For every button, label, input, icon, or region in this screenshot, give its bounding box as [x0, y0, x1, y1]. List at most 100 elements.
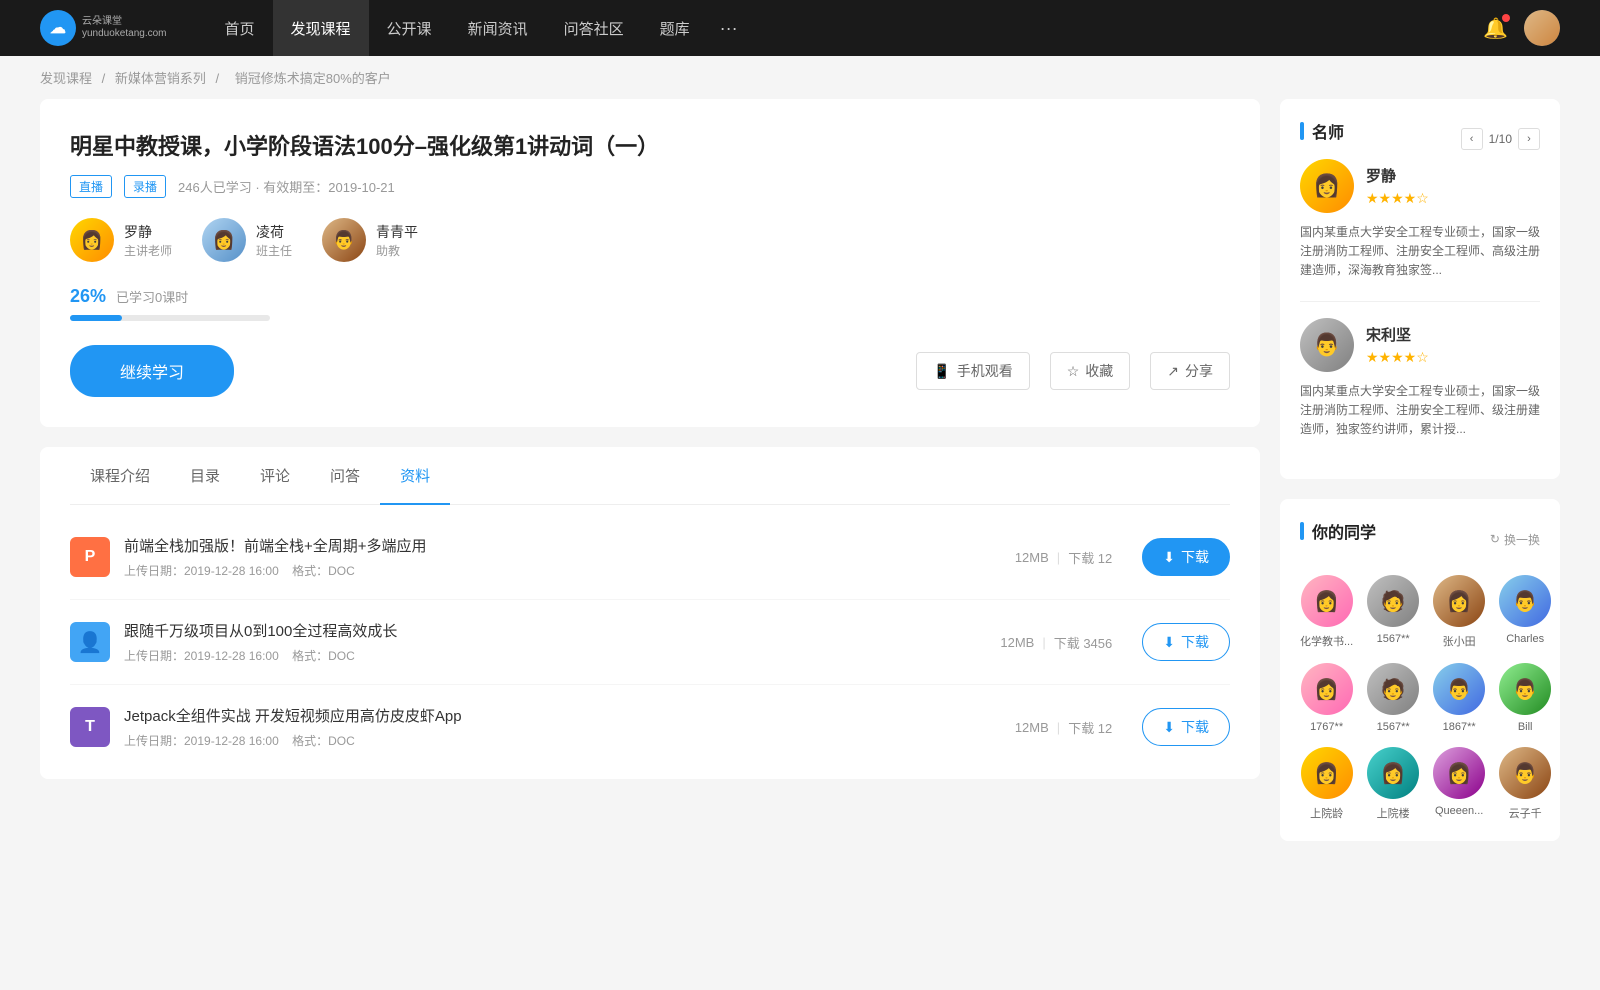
download-label-1: 下载: [1181, 547, 1209, 567]
nav-qa[interactable]: 问答社区: [546, 0, 642, 56]
progress-header: 26% 已学习0课时: [70, 286, 1230, 307]
resource-info-3: Jetpack全组件实战 开发短视频应用高仿皮皮虾App 上传日期：2019-1…: [124, 705, 985, 749]
breadcrumb-link-2[interactable]: 新媒体营销系列: [115, 71, 206, 86]
progress-label: 已学习0课时: [116, 287, 188, 306]
famous-teachers-title-row: 名师 ‹ 1/10 ›: [1300, 119, 1540, 159]
classmate-6: 🧑 1567**: [1367, 663, 1419, 733]
tab-toc[interactable]: 目录: [170, 447, 240, 504]
sidebar: 名师 ‹ 1/10 › 👩 罗静 ★★★★☆: [1280, 99, 1560, 861]
resource-icon-1: P: [70, 537, 110, 577]
sidebar-teacher-1-info: 罗静 ★★★★☆: [1366, 165, 1429, 207]
classmate-11-avatar[interactable]: 👩: [1433, 747, 1485, 799]
classmate-10: 👩 上院楼: [1367, 747, 1419, 821]
breadcrumb-link-1[interactable]: 发现课程: [40, 71, 92, 86]
nav-news[interactable]: 新闻资讯: [450, 0, 546, 56]
breadcrumb-sep-2: /: [216, 71, 223, 86]
resource-name-1: 前端全栈加强版！前端全栈+全周期+多端应用: [124, 535, 985, 556]
header-right: 🔔: [1483, 10, 1560, 46]
download-button-2[interactable]: ⬇ 下载: [1142, 623, 1230, 661]
classmate-9-avatar[interactable]: 👩: [1301, 747, 1353, 799]
classmate-9-name: 上院龄: [1300, 805, 1353, 821]
logo[interactable]: ☁ 云朵课堂 yunduoketang.com: [40, 10, 167, 46]
resource-meta-2: 上传日期：2019-12-28 16:00 格式：DOC: [124, 647, 970, 664]
course-title: 明星中教授课，小学阶段语法100分–强化级第1讲动词（一）: [70, 129, 1230, 161]
teacher-divider: [1300, 301, 1540, 302]
course-card: 明星中教授课，小学阶段语法100分–强化级第1讲动词（一） 直播 录播 246人…: [40, 99, 1260, 427]
tab-qa[interactable]: 问答: [310, 447, 380, 504]
notification-dot: [1502, 14, 1510, 22]
share-button[interactable]: ↗ 分享: [1150, 352, 1230, 390]
resource-icon-3: T: [70, 707, 110, 747]
next-page-button[interactable]: ›: [1518, 128, 1540, 150]
classmate-7-name: 1867**: [1433, 721, 1485, 733]
resource-info-1: 前端全栈加强版！前端全栈+全周期+多端应用 上传日期：2019-12-28 16…: [124, 535, 985, 579]
prev-page-button[interactable]: ‹: [1461, 128, 1483, 150]
teacher-3-role: 助教: [376, 242, 418, 259]
tab-intro[interactable]: 课程介绍: [70, 447, 170, 504]
nav-home[interactable]: 首页: [207, 0, 273, 56]
resource-info-2: 跟随千万级项目从0到100全过程高效成长 上传日期：2019-12-28 16:…: [124, 620, 970, 664]
classmates-grid: 👩 化学教书... 🧑 1567** 👩 张小田 👨 Charles 👩: [1300, 575, 1540, 821]
classmate-1-avatar[interactable]: 👩: [1301, 575, 1353, 627]
logo-icon: ☁: [40, 10, 76, 46]
sidebar-teacher-2-stars: ★★★★☆: [1366, 349, 1429, 366]
classmate-8-name: Bill: [1499, 721, 1551, 733]
resource-stats-2: 12MB | 下载 3456: [1000, 633, 1112, 652]
logo-text: 云朵课堂 yunduoketang.com: [82, 16, 167, 40]
classmate-12: 👨 云子千: [1499, 747, 1551, 821]
user-avatar[interactable]: [1524, 10, 1560, 46]
course-meta-text: 246人已学习 · 有效期至：2019-10-21: [178, 177, 395, 196]
sidebar-teacher-2-avatar: 👨: [1300, 318, 1354, 372]
sidebar-teacher-2-name: 宋利坚: [1366, 324, 1429, 345]
classmate-3: 👩 张小田: [1433, 575, 1485, 649]
resource-stats-1: 12MB | 下载 12: [1015, 548, 1112, 567]
resource-item: P 前端全栈加强版！前端全栈+全周期+多端应用 上传日期：2019-12-28 …: [70, 515, 1230, 600]
nav-open[interactable]: 公开课: [369, 0, 450, 56]
resource-name-2: 跟随千万级项目从0到100全过程高效成长: [124, 620, 970, 641]
classmate-6-avatar[interactable]: 🧑: [1367, 663, 1419, 715]
classmate-7-avatar[interactable]: 👨: [1433, 663, 1485, 715]
classmate-4-avatar[interactable]: 👨: [1499, 575, 1551, 627]
classmate-2-avatar[interactable]: 🧑: [1367, 575, 1419, 627]
teacher-2-role: 班主任: [256, 242, 292, 259]
teacher-2-info: 凌荷 班主任: [256, 222, 292, 259]
tab-review[interactable]: 评论: [240, 447, 310, 504]
page-indicator: 1/10: [1489, 132, 1512, 146]
tab-resources[interactable]: 资料: [380, 447, 450, 504]
teacher-1-info: 罗静 主讲老师: [124, 222, 172, 259]
famous-teachers-card: 名师 ‹ 1/10 › 👩 罗静 ★★★★☆: [1280, 99, 1560, 479]
breadcrumb-current: 销冠修炼术搞定80%的客户: [235, 71, 391, 86]
badge-record: 录播: [124, 175, 166, 198]
classmate-11-name: Queeen...: [1433, 805, 1485, 817]
classmate-10-avatar[interactable]: 👩: [1367, 747, 1419, 799]
course-meta: 直播 录播 246人已学习 · 有效期至：2019-10-21: [70, 175, 1230, 198]
bell-icon[interactable]: 🔔: [1483, 16, 1508, 41]
classmate-1-name: 化学教书...: [1300, 633, 1353, 649]
nav-more[interactable]: ···: [708, 0, 750, 56]
classmate-5-avatar[interactable]: 👩: [1301, 663, 1353, 715]
mobile-view-button[interactable]: 📱 手机观看: [916, 352, 1029, 390]
classmate-3-avatar[interactable]: 👩: [1433, 575, 1485, 627]
classmate-8-avatar[interactable]: 👨: [1499, 663, 1551, 715]
teacher-2-avatar: 👩: [202, 218, 246, 262]
teachers-row: 👩 罗静 主讲老师 👩 凌荷 班主任: [70, 218, 1230, 262]
refresh-button[interactable]: ↻ 换一换: [1490, 531, 1540, 548]
classmate-6-name: 1567**: [1367, 721, 1419, 733]
resource-list: P 前端全栈加强版！前端全栈+全周期+多端应用 上传日期：2019-12-28 …: [70, 505, 1230, 779]
download-button-1[interactable]: ⬇ 下载: [1142, 538, 1230, 576]
teacher-3: 👨 青青平 助教: [322, 218, 418, 262]
continue-button[interactable]: 继续学习: [70, 345, 234, 397]
resource-name-3: Jetpack全组件实战 开发短视频应用高仿皮皮虾App: [124, 705, 985, 726]
progress-section: 26% 已学习0课时: [70, 286, 1230, 321]
classmate-12-avatar[interactable]: 👨: [1499, 747, 1551, 799]
nav-discover[interactable]: 发现课程: [273, 0, 369, 56]
classmate-4: 👨 Charles: [1499, 575, 1551, 649]
resource-meta-1: 上传日期：2019-12-28 16:00 格式：DOC: [124, 562, 985, 579]
nav-quiz[interactable]: 题库: [642, 0, 708, 56]
download-button-3[interactable]: ⬇ 下载: [1142, 708, 1230, 746]
resource-stats-3: 12MB | 下载 12: [1015, 718, 1112, 737]
download-icon-2: ⬇: [1163, 634, 1175, 651]
famous-teachers-title: 名师: [1300, 119, 1344, 143]
collect-button[interactable]: ☆ 收藏: [1050, 352, 1131, 390]
share-icon: ↗: [1167, 363, 1179, 380]
